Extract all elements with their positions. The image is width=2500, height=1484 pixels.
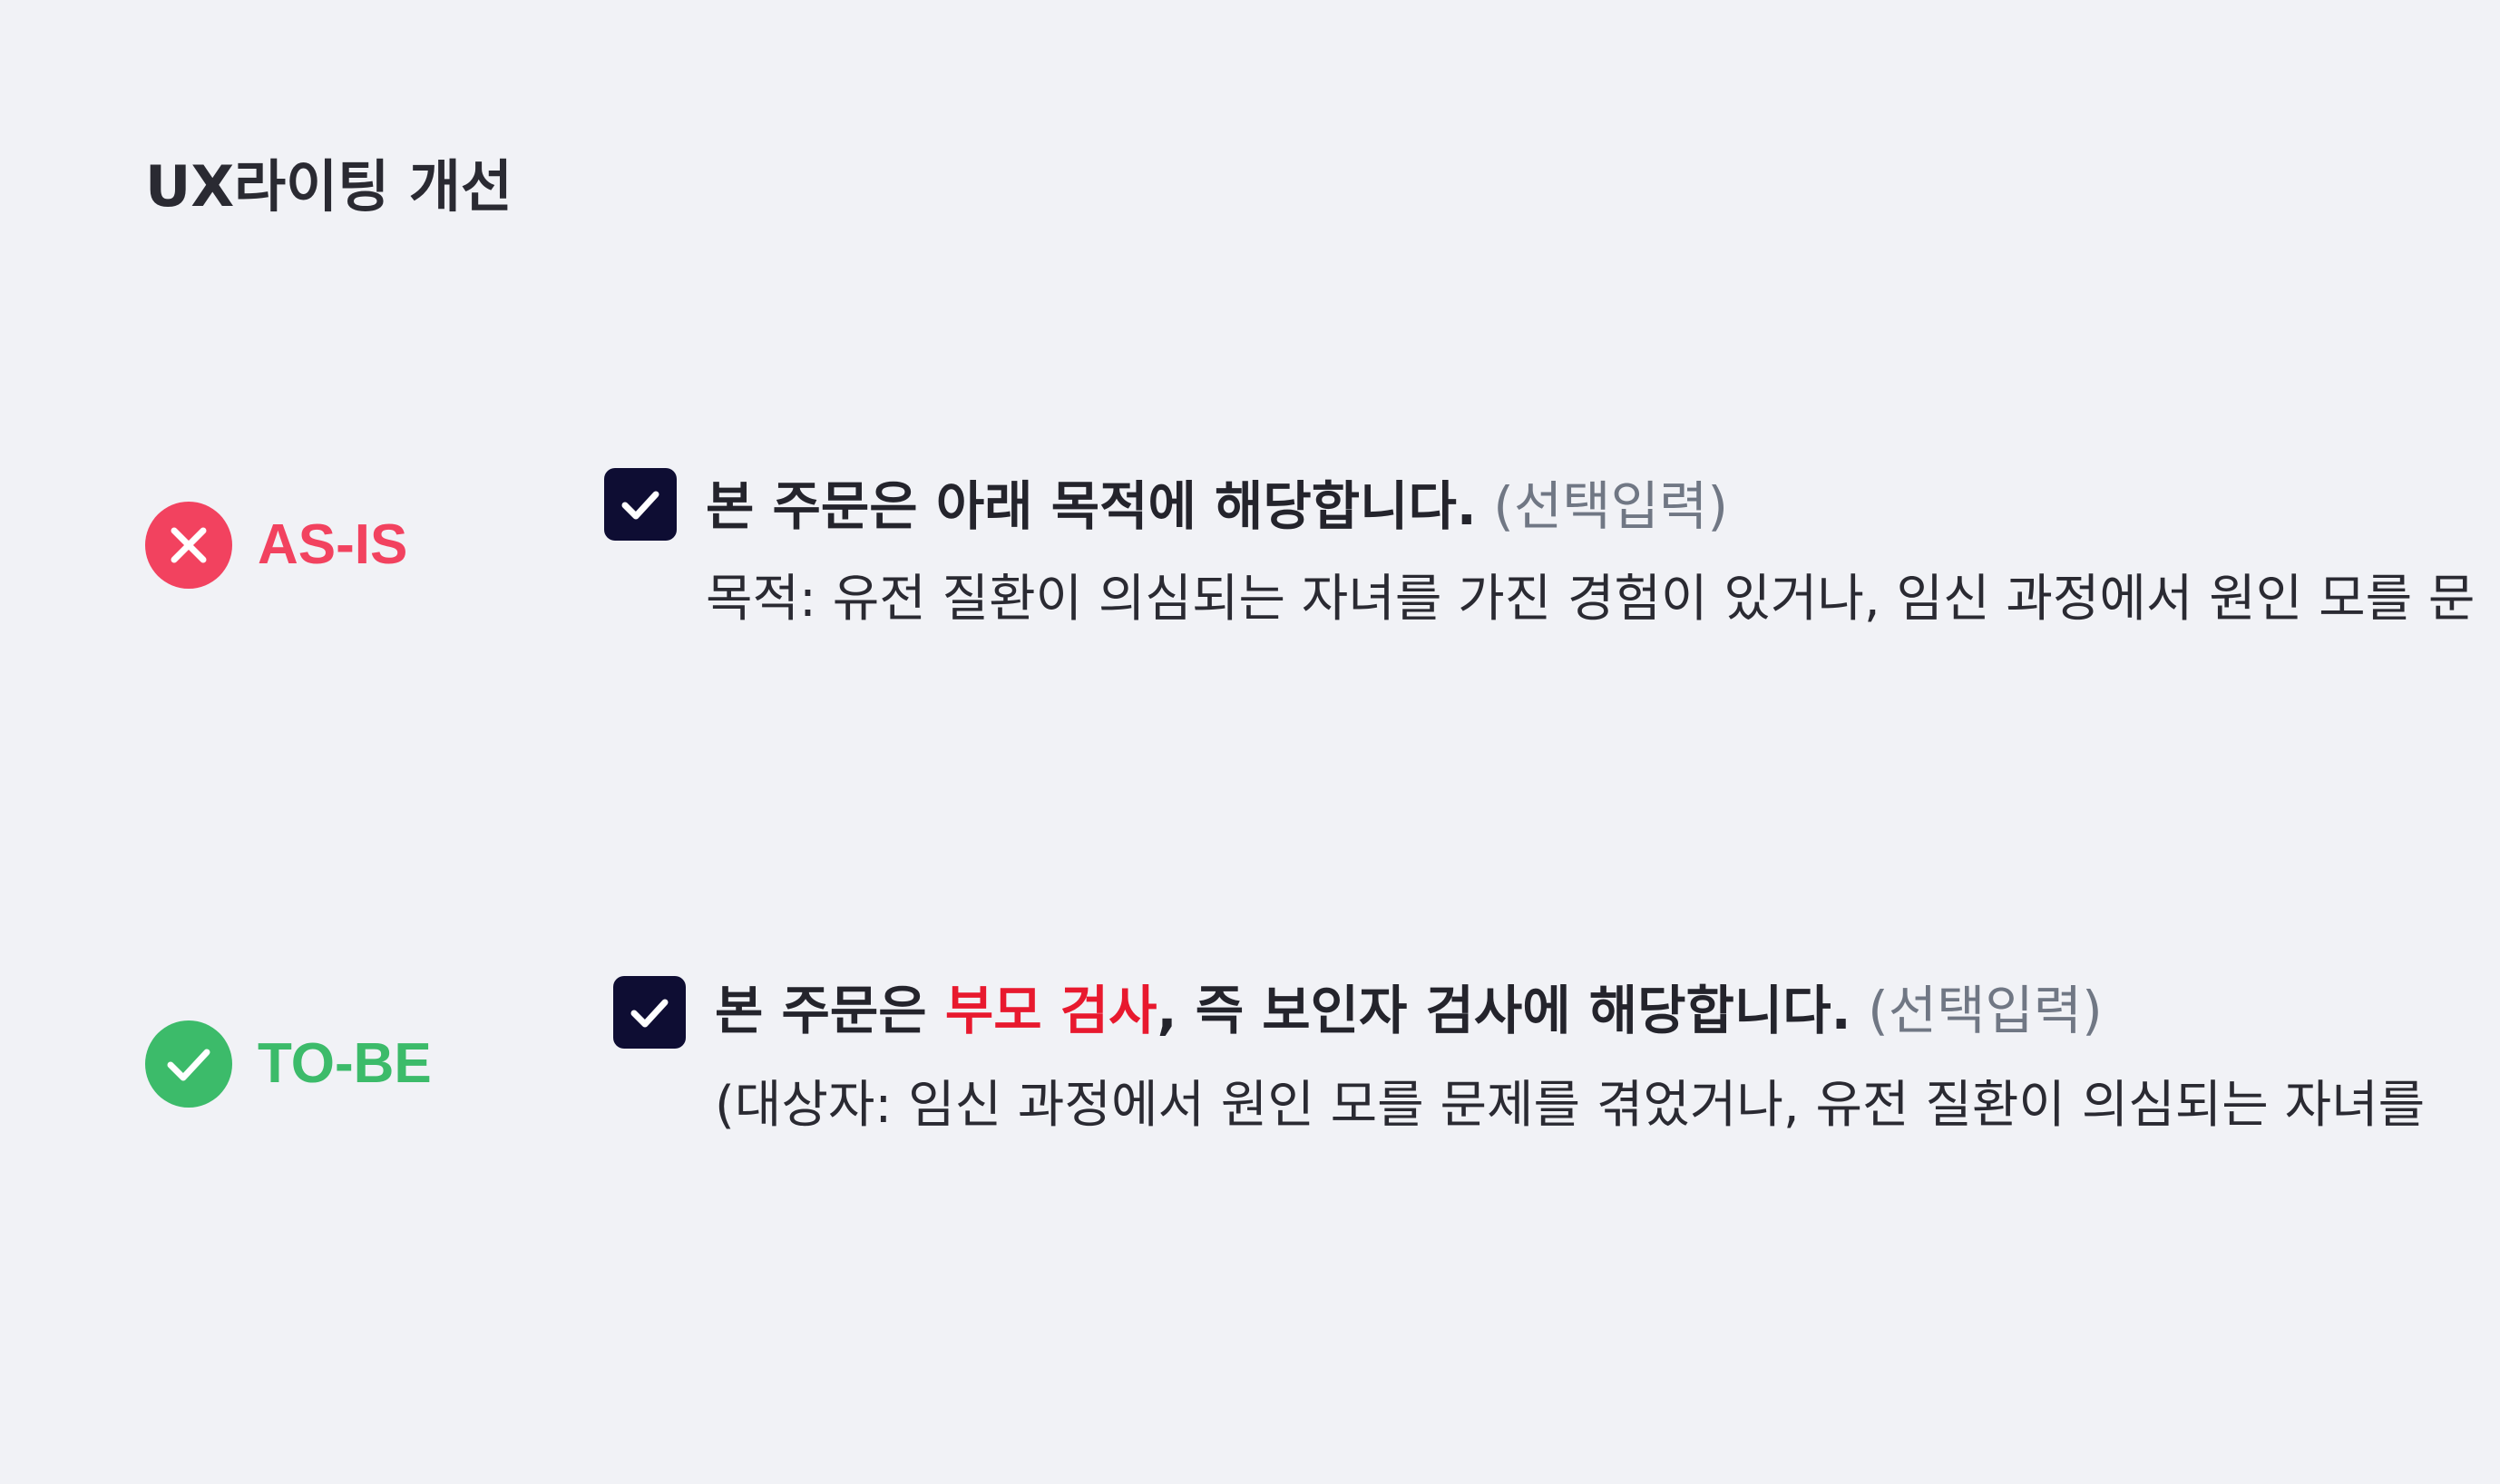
asis-optional-label: (선택입력) [1493, 475, 1728, 537]
tobe-label-text: TO-BE [258, 1032, 432, 1095]
tobe-main-suffix: , 즉 보인자 검사에 해당합니다. [1157, 980, 1851, 1041]
page-title: UX라이팅 개선 [145, 153, 513, 220]
asis-sub-text: 목적: 유전 질환이 의심되는 자녀를 가진 경험이 있거나, 임신 과정에서 … [706, 570, 2476, 629]
tobe-label: TO-BE [145, 1020, 432, 1108]
asis-label-text: AS-IS [258, 513, 408, 576]
canvas: UX라이팅 개선 AS-IS 본 주문은 아래 목적에 해당합니다. (선택입력… [0, 0, 2500, 1484]
tobe-main-prefix: 본 주문은 [715, 980, 945, 1041]
tobe-highlight: 부모 검사 [944, 980, 1157, 1041]
tobe-checkbox[interactable] [613, 976, 686, 1049]
asis-checkbox[interactable] [604, 468, 677, 541]
checkmark-icon [630, 999, 669, 1028]
x-icon [145, 502, 232, 589]
tobe-sub-text: (대상자: 임신 과정에서 원인 모를 문제를 겪었거나, 유전 질환이 의심되… [715, 1076, 2426, 1135]
asis-label: AS-IS [145, 502, 407, 589]
tobe-main-text: 본 주문은 부모 검사, 즉 보인자 검사에 해당합니다. (선택입력) [715, 978, 2103, 1043]
tobe-optional-label: (선택입력) [1868, 980, 2103, 1041]
asis-main-text: 본 주문은 아래 목적에 해당합니다. (선택입력) [706, 474, 1728, 539]
checkmark-icon [621, 491, 659, 520]
asis-main-statement: 본 주문은 아래 목적에 해당합니다. [706, 475, 1477, 537]
check-icon [145, 1020, 232, 1108]
